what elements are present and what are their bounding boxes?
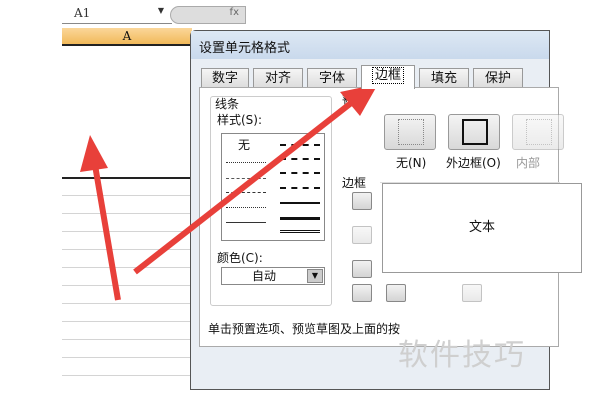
annotation-arrows [80,84,378,301]
tab-border[interactable]: 边框 [361,65,415,89]
tab-border-label: 边框 [371,67,404,84]
arrow-to-border-tab [133,84,378,275]
arrow-up [80,135,121,301]
